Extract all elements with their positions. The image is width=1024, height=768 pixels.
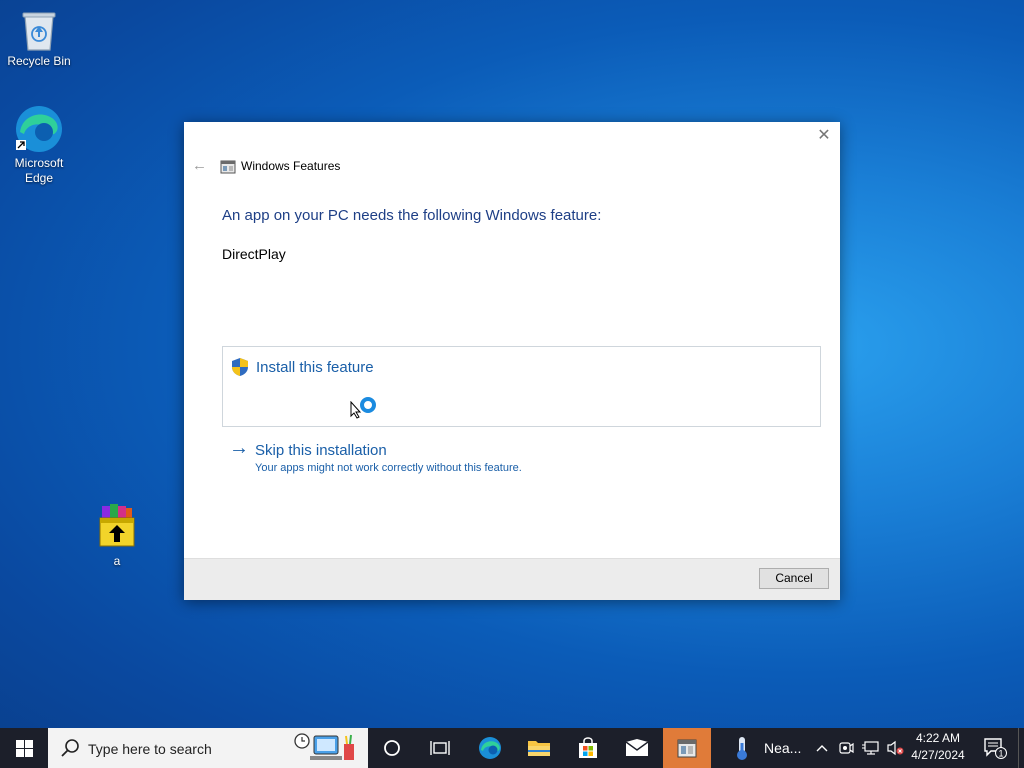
clock-date: 4/27/2024 bbox=[911, 748, 965, 762]
task-view-button[interactable] bbox=[416, 728, 464, 768]
desktop-icon-label: Microsoft Edge bbox=[14, 156, 64, 185]
recycle-bin-icon bbox=[22, 12, 56, 51]
network-wired-icon bbox=[862, 741, 879, 755]
dialog-heading: An app on your PC needs the following Wi… bbox=[222, 207, 602, 224]
desktop-icon-label: Recycle Bin bbox=[7, 54, 71, 68]
show-hidden-icons-button[interactable] bbox=[812, 728, 832, 768]
uac-shield-icon bbox=[232, 358, 248, 376]
skip-installation-link[interactable]: Skip this installation bbox=[255, 442, 387, 459]
cortana-button[interactable] bbox=[368, 728, 416, 768]
taskbar-store-button[interactable] bbox=[564, 728, 612, 768]
volume-tray-button[interactable] bbox=[884, 728, 906, 768]
taskbar: Type here to search Nea... 4:22 AM 4/27/… bbox=[0, 728, 1024, 768]
action-center-button[interactable]: 1 bbox=[978, 728, 1012, 768]
install-feature-label: Install this feature bbox=[256, 359, 374, 376]
folder-icon bbox=[528, 741, 550, 756]
edge-icon bbox=[479, 737, 501, 759]
cortana-circle-icon bbox=[384, 740, 400, 756]
network-tray-button[interactable] bbox=[860, 728, 882, 768]
search-highlight-illustration-icon bbox=[294, 733, 354, 760]
taskbar-windows-features-button[interactable] bbox=[663, 728, 711, 768]
mail-icon bbox=[625, 739, 649, 756]
camera-icon bbox=[839, 742, 854, 754]
taskbar-search-box[interactable]: Type here to search bbox=[48, 728, 368, 768]
dialog-footer: Cancel bbox=[184, 558, 840, 600]
edge-icon bbox=[16, 106, 62, 152]
install-feature-button[interactable]: Install this feature bbox=[222, 346, 821, 427]
show-desktop-button[interactable] bbox=[1018, 728, 1024, 768]
back-arrow-icon[interactable]: ← bbox=[192, 158, 208, 174]
taskbar-clock[interactable]: 4:22 AM 4/27/2024 bbox=[905, 730, 971, 764]
store-bag-icon bbox=[579, 737, 597, 758]
clock-time: 4:22 AM bbox=[915, 731, 961, 745]
volume-muted-icon bbox=[887, 740, 904, 756]
taskbar-file-explorer-button[interactable] bbox=[515, 728, 563, 768]
desktop-icon-microsoft-edge[interactable]: Microsoft Edge bbox=[1, 104, 77, 186]
cancel-button[interactable]: Cancel bbox=[759, 568, 829, 589]
dialog-title: Windows Features bbox=[241, 159, 341, 173]
taskbar-edge-button[interactable] bbox=[466, 728, 514, 768]
windows-features-icon bbox=[677, 739, 697, 758]
chevron-up-icon bbox=[816, 745, 828, 752]
archive-file-icon bbox=[99, 504, 135, 547]
windows-features-icon bbox=[220, 160, 236, 174]
skip-installation-description: Your apps might not work correctly witho… bbox=[255, 462, 522, 474]
notification-count: 1 bbox=[998, 749, 1003, 759]
desktop-icon-label: a bbox=[113, 554, 121, 568]
task-view-icon bbox=[430, 741, 450, 755]
search-icon bbox=[61, 739, 79, 757]
windows-logo-icon bbox=[15, 739, 33, 757]
windows-features-dialog: ✕ ← Windows Features An app on your PC n… bbox=[184, 122, 840, 600]
weather-text: Nea... bbox=[764, 740, 802, 756]
busy-spinner-icon bbox=[360, 397, 376, 413]
close-icon[interactable]: ✕ bbox=[816, 128, 832, 144]
taskbar-mail-button[interactable] bbox=[613, 728, 661, 768]
arrow-right-icon: → bbox=[229, 437, 249, 459]
notification-icon: 1 bbox=[984, 738, 1007, 759]
start-button[interactable] bbox=[0, 728, 48, 768]
feature-name: DirectPlay bbox=[222, 246, 286, 262]
thermometer-icon bbox=[737, 737, 747, 760]
meet-now-tray-button[interactable] bbox=[836, 728, 856, 768]
search-placeholder: Type here to search bbox=[88, 741, 212, 757]
desktop-icon-archive-a[interactable]: a bbox=[79, 500, 155, 569]
desktop-icon-recycle-bin[interactable]: Recycle Bin bbox=[1, 8, 77, 69]
